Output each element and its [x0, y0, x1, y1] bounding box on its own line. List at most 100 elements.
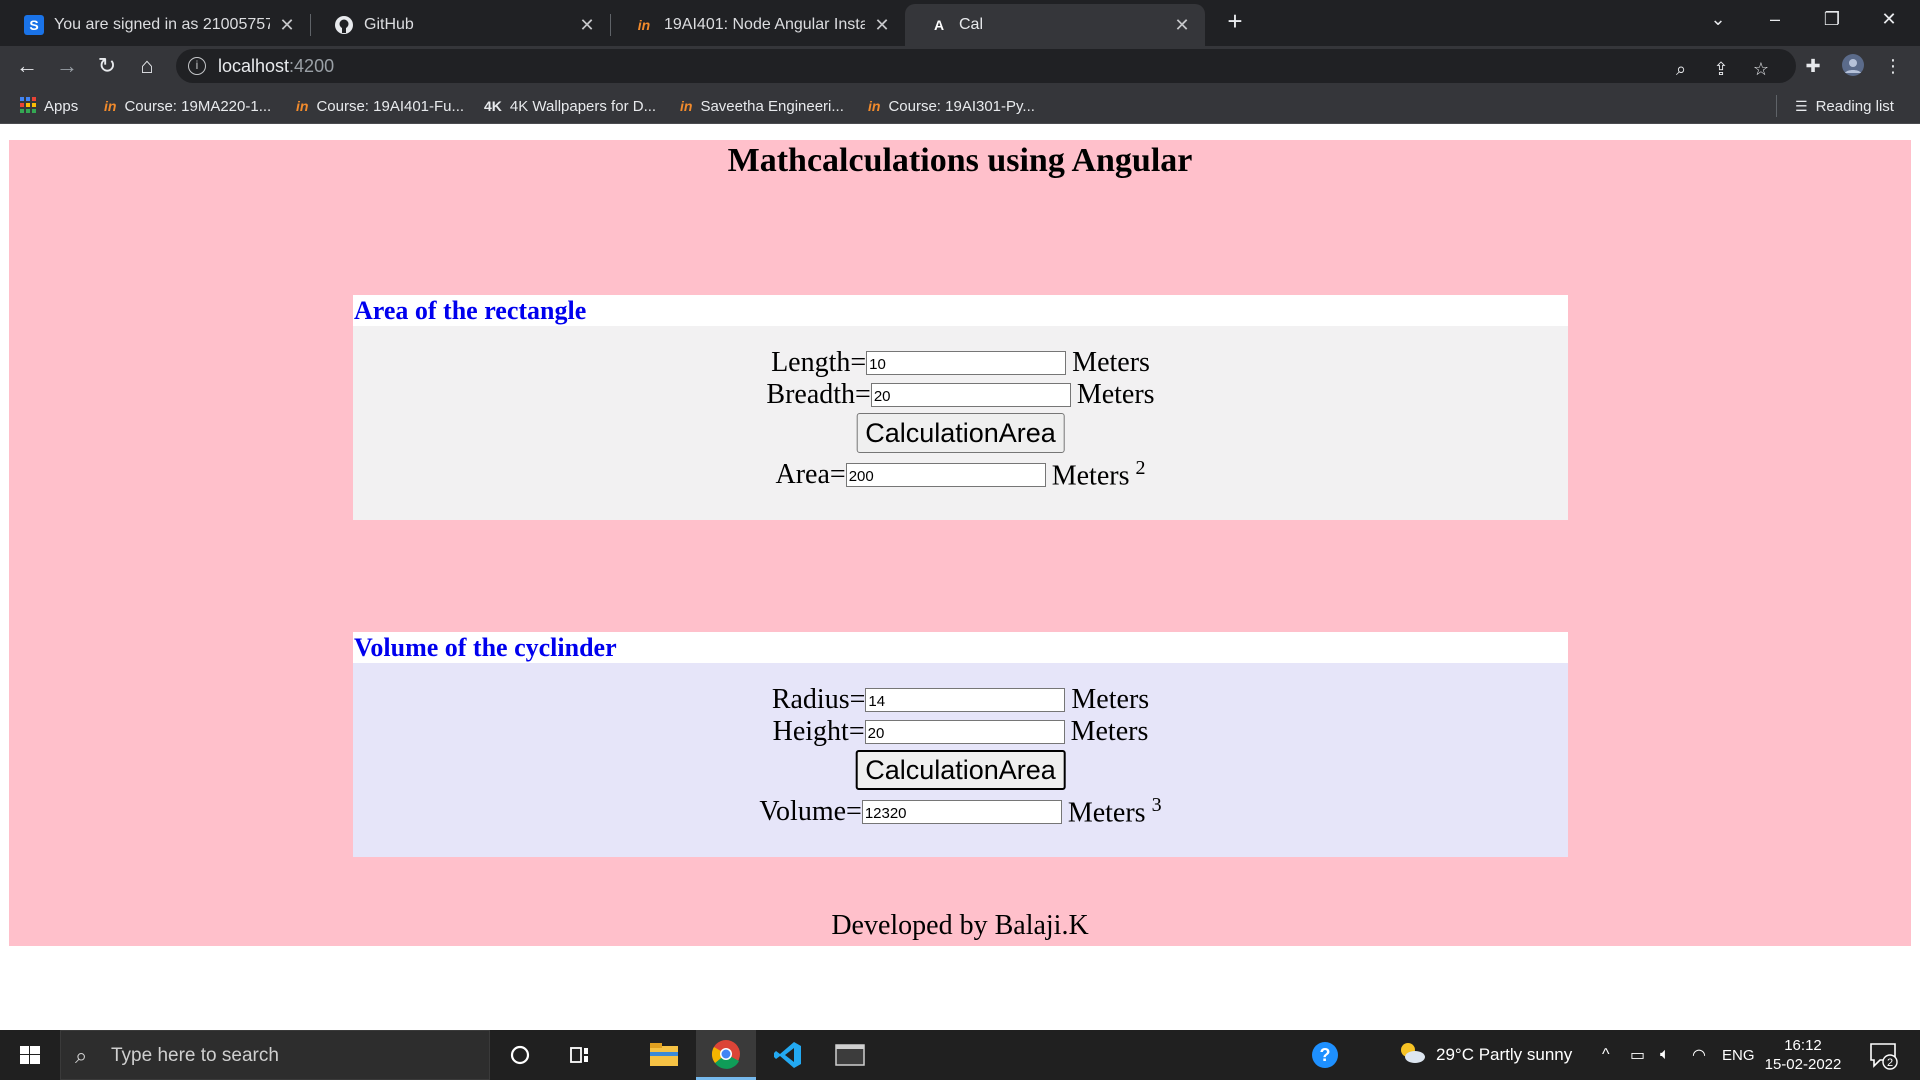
info-icon[interactable]: i	[188, 57, 206, 75]
clock-time: 16:12	[1784, 1037, 1822, 1054]
tab-github[interactable]: GitHub ✕	[310, 4, 610, 46]
close-icon[interactable]: ✕	[1173, 15, 1191, 36]
bookmark-label: Course: 19AI301-Py...	[888, 97, 1035, 115]
browser-toolbar: ← → ↻ ⌂ i localhost:4200 ⌕ ⇪ ☆ ✚ ⋮	[0, 46, 1920, 86]
minimize-icon[interactable]: –	[1747, 0, 1803, 38]
reload-icon[interactable]: ↻	[92, 51, 122, 81]
tab-search-icon[interactable]: ⌄	[1690, 0, 1746, 38]
taskbar-search-box[interactable]: ⌕ Type here to search	[60, 1030, 490, 1080]
extensions-icon[interactable]: ✚	[1800, 53, 1826, 79]
github-icon	[334, 15, 354, 35]
battery-icon[interactable]: ▭	[1630, 1030, 1645, 1080]
length-label: Length=	[771, 347, 867, 378]
cylinder-card: Volume of the cyclinder Radius= Meters H…	[353, 632, 1568, 857]
rectangle-form: Length= Meters Breadth= Meters Calculati…	[353, 326, 1568, 520]
length-input[interactable]	[866, 351, 1067, 375]
length-row: Length= Meters	[353, 347, 1568, 378]
show-hidden-icons[interactable]: ^	[1602, 1030, 1610, 1080]
bookmark-star-icon[interactable]: ☆	[1748, 56, 1774, 82]
cortana-icon[interactable]	[490, 1030, 550, 1080]
tab-title: Cal	[959, 16, 984, 33]
svg-text:?: ?	[1320, 1045, 1331, 1065]
volume-icon[interactable]: 🔈︎	[1660, 1030, 1670, 1080]
terminal-icon[interactable]	[820, 1030, 880, 1080]
bookmark-label: Apps	[44, 97, 79, 115]
tab-cal[interactable]: A Cal ✕	[905, 4, 1205, 46]
in-favicon-icon: in	[104, 98, 117, 114]
tab-node-angular[interactable]: in 19AI401: Node Angular Installation ✕	[610, 4, 905, 46]
volume-result-field[interactable]	[861, 800, 1062, 824]
rectangle-card: Area of the rectangle Length= Meters Bre…	[353, 295, 1568, 520]
s-favicon-icon: S	[24, 15, 44, 35]
url-port: :4200	[289, 56, 335, 76]
rectangle-heading: Area of the rectangle	[353, 295, 1568, 326]
page-content: Mathcalculations using Angular Area of t…	[9, 140, 1911, 946]
volume-row: Volume= Meters3	[353, 794, 1568, 829]
volume-unit-text: Meters	[1067, 797, 1146, 829]
bookmark-label: Course: 19AI401-Fu...	[316, 97, 465, 115]
bookmark-course-19ma220[interactable]: in Course: 19MA220-1...	[104, 95, 271, 117]
help-icon[interactable]: ?	[1310, 1030, 1340, 1080]
breadth-row: Breadth= Meters	[353, 379, 1568, 410]
in-favicon-icon: in	[296, 98, 309, 114]
share-icon[interactable]: ⇪	[1708, 56, 1734, 82]
weather-widget[interactable]: 29°C Partly sunny	[1398, 1030, 1572, 1080]
height-input[interactable]	[864, 720, 1065, 744]
menu-kebab-icon[interactable]: ⋮	[1880, 53, 1906, 79]
close-icon[interactable]: ✕	[873, 15, 891, 36]
breadth-unit: Meters	[1076, 379, 1155, 410]
file-explorer-icon[interactable]	[634, 1030, 694, 1080]
clock[interactable]: 16:12 15-02-2022	[1758, 1036, 1848, 1074]
window-close-icon[interactable]: ✕	[1861, 0, 1917, 38]
calculate-area-button[interactable]: CalculationArea	[856, 413, 1065, 453]
start-button[interactable]	[0, 1030, 60, 1080]
in-favicon-icon: in	[868, 98, 881, 114]
chrome-taskbar-icon[interactable]	[696, 1030, 756, 1080]
bookmark-course-19ai301[interactable]: in Course: 19AI301-Py...	[868, 95, 1035, 117]
in-favicon-icon: in	[680, 98, 693, 114]
bookmarks-bar: Apps in Course: 19MA220-1... in Course: …	[0, 86, 1920, 124]
task-view-icon[interactable]	[550, 1030, 610, 1080]
language-indicator[interactable]: ENG	[1722, 1030, 1755, 1080]
wifi-icon[interactable]: ◠	[1692, 1030, 1706, 1080]
notification-count: 2	[1887, 1057, 1893, 1069]
bookmark-saveetha[interactable]: in Saveetha Engineeri...	[680, 95, 844, 117]
tab-title: You are signed in as 21005757	[54, 16, 270, 33]
in-favicon-icon: in	[637, 17, 651, 33]
area-row: Area= Meters2	[353, 457, 1568, 491]
close-icon[interactable]: ✕	[578, 15, 596, 36]
breadth-input[interactable]	[870, 383, 1071, 407]
radius-unit: Meters	[1071, 684, 1150, 715]
windows-taskbar: ⌕ Type here to search ? 29°C Partly sunn…	[0, 1030, 1920, 1080]
home-icon[interactable]: ⌂	[132, 51, 162, 81]
area-result-field[interactable]	[845, 463, 1046, 487]
browser-tab-strip: S You are signed in as 21005757 ✕ GitHub…	[0, 0, 1920, 46]
bookmark-4k-wallpapers[interactable]: 4K 4K Wallpapers for D...	[484, 95, 656, 117]
zoom-icon[interactable]: ⌕	[1668, 56, 1694, 82]
close-icon[interactable]: ✕	[278, 15, 296, 36]
search-placeholder: Type here to search	[111, 1045, 279, 1066]
address-bar[interactable]: i localhost:4200 ⌕ ⇪ ☆	[176, 49, 1796, 83]
url-text: localhost:4200	[218, 56, 334, 77]
forward-icon[interactable]: →	[52, 51, 82, 81]
bookmark-label: Course: 19MA220-1...	[124, 97, 272, 115]
radius-input[interactable]	[865, 688, 1066, 712]
footer-credit: Developed by Balaji.K	[831, 910, 1089, 941]
bookmark-apps[interactable]: Apps	[20, 95, 78, 117]
back-icon[interactable]: ←	[12, 51, 42, 81]
profile-avatar[interactable]	[1840, 53, 1866, 79]
area-label: Area=	[775, 459, 846, 490]
volume-label: Volume=	[759, 796, 862, 827]
tab-title: 19AI401: Node Angular Installation	[664, 16, 865, 33]
bookmark-course-19ai401[interactable]: in Course: 19AI401-Fu...	[296, 95, 464, 117]
reading-list-button[interactable]: ☰ Reading list	[1776, 95, 1894, 117]
new-tab-button[interactable]: +	[1220, 7, 1250, 37]
length-unit: Meters	[1072, 347, 1150, 378]
tab-title: GitHub	[364, 16, 414, 33]
volume-unit-power: 3	[1151, 794, 1162, 817]
vscode-icon[interactable]	[758, 1030, 818, 1080]
calculate-volume-button[interactable]: CalculationArea	[855, 750, 1066, 790]
notifications-icon[interactable]: 2	[1868, 1030, 1898, 1080]
restore-icon[interactable]: ❐	[1804, 0, 1860, 38]
tab-signed-in[interactable]: S You are signed in as 21005757 ✕	[0, 4, 310, 46]
